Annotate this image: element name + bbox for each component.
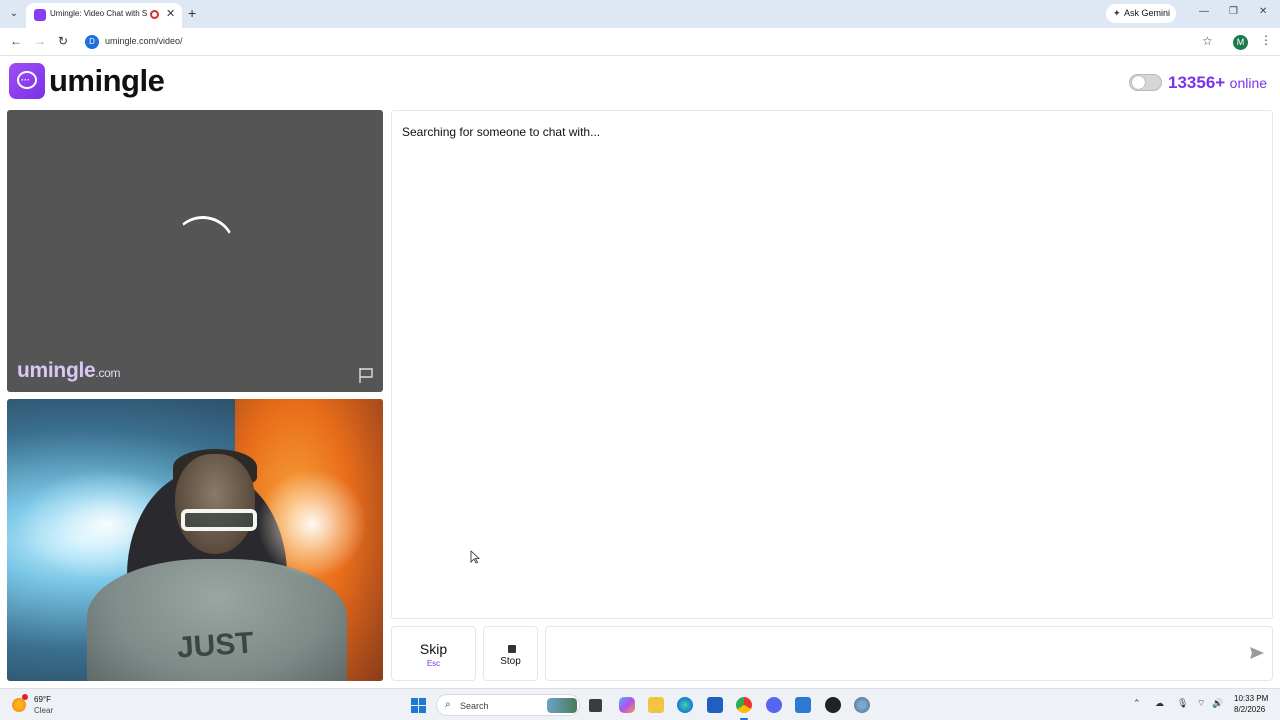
browser-tab-strip: ⌄ Umingle: Video Chat with S ✕ + ✦ Ask G… <box>0 0 1280 28</box>
url-text[interactable]: umingle.com/video/ <box>105 36 183 46</box>
restore-button[interactable]: ❐ <box>1229 6 1238 17</box>
app-icon[interactable] <box>825 697 841 713</box>
browser-tab[interactable]: Umingle: Video Chat with S ✕ <box>26 3 182 28</box>
person-head <box>175 454 255 554</box>
tab-close-icon[interactable]: ✕ <box>166 7 175 20</box>
discord-icon[interactable] <box>766 697 782 713</box>
notification-badge <box>22 694 28 700</box>
light-flare-right <box>257 469 367 579</box>
video-watermark: umingle.com <box>17 359 121 383</box>
copilot-icon[interactable] <box>619 697 635 713</box>
tray-chevron-icon[interactable]: ⌃ <box>1133 698 1141 709</box>
microphone-icon[interactable]: 🎙 <box>1177 698 1188 709</box>
skip-button[interactable]: Skip Esc <box>391 626 476 681</box>
sunglasses <box>181 509 257 531</box>
umingle-favicon-icon <box>34 9 46 21</box>
online-label: online <box>1229 75 1268 91</box>
tab-search-icon[interactable]: ⌄ <box>6 6 22 22</box>
search-highlight-image <box>547 698 577 713</box>
message-input[interactable] <box>556 639 1236 669</box>
taskbar-search-label: Search <box>460 701 489 711</box>
report-flag-icon[interactable] <box>357 366 375 384</box>
chat-dots-icon: ··· <box>21 75 30 85</box>
file-explorer-icon[interactable] <box>648 697 664 713</box>
send-icon[interactable] <box>1248 644 1266 662</box>
remote-desktop-icon[interactable] <box>795 697 811 713</box>
tab-title: Umingle: Video Chat with S <box>50 9 148 18</box>
search-icon: ⌕ <box>445 699 451 710</box>
settings-gear-icon[interactable] <box>854 697 870 713</box>
start-windows-icon[interactable] <box>411 698 426 713</box>
skip-shortcut-hint: Esc <box>426 659 441 668</box>
umingle-logo-icon[interactable]: ··· <box>9 63 45 99</box>
watermark-text: umingle <box>17 359 96 382</box>
stop-label: Stop <box>500 656 521 667</box>
stop-square-icon <box>508 645 516 653</box>
clock-date[interactable]: 8/2/2026 <box>1234 705 1265 714</box>
task-view-icon[interactable] <box>589 699 602 712</box>
back-arrow-icon[interactable]: ← <box>10 34 22 48</box>
message-box <box>545 626 1273 681</box>
stranger-video: umingle.com <box>7 110 383 392</box>
forward-arrow-icon[interactable]: → <box>34 34 46 48</box>
toggle-knob <box>1132 76 1145 89</box>
reload-icon[interactable]: ↻ <box>58 34 68 48</box>
store-icon[interactable] <box>707 697 723 713</box>
site-logo-text[interactable]: umingle <box>49 63 165 99</box>
watermark-suffix: .com <box>95 366 121 380</box>
mode-toggle[interactable] <box>1129 74 1162 91</box>
self-webcam-video: JUST <box>7 399 383 681</box>
stop-button[interactable]: Stop <box>483 626 538 681</box>
ask-gemini-label: Ask Gemini <box>1124 8 1171 18</box>
loading-spinner-icon <box>165 210 241 286</box>
browser-menu-icon[interactable]: ⋮ <box>1260 33 1272 47</box>
skip-label: Skip <box>419 641 448 657</box>
minimize-button[interactable]: — <box>1199 6 1209 17</box>
windows-taskbar: 69°F Clear ⌕ Search ⌃ ☁ 🎙 ⌔ 🔊 10:33 PM 8… <box>0 688 1280 720</box>
profile-avatar[interactable]: M <box>1233 35 1248 50</box>
bookmark-star-icon[interactable]: ☆ <box>1202 34 1213 48</box>
ask-gemini-button[interactable]: ✦ Ask Gemini <box>1106 4 1176 23</box>
mouse-cursor-icon <box>470 550 480 564</box>
online-counter: 13356+ online <box>1168 73 1267 93</box>
browser-toolbar: ← → ↻ D umingle.com/video/ ☆ M ⋮ <box>0 28 1280 56</box>
new-tab-button[interactable]: + <box>188 5 196 21</box>
chrome-icon[interactable] <box>736 697 752 713</box>
address-bar[interactable]: D umingle.com/video/ ☆ <box>82 31 1228 53</box>
site-info-icon[interactable]: D <box>85 35 99 49</box>
shirt-print: JUST <box>175 626 255 665</box>
edge-icon[interactable] <box>677 697 693 713</box>
weather-description[interactable]: Clear <box>34 706 53 715</box>
chat-status-text: Searching for someone to chat with... <box>402 125 601 139</box>
recording-indicator-icon <box>150 10 159 19</box>
tray-cloud-icon[interactable]: ☁ <box>1155 698 1164 709</box>
chat-panel: Searching for someone to chat with... <box>391 110 1273 619</box>
gemini-spark-icon: ✦ <box>1113 8 1121 18</box>
online-count: 13356+ <box>1168 73 1226 92</box>
taskbar-search[interactable]: ⌕ Search <box>436 694 580 716</box>
clock-time[interactable]: 10:33 PM <box>1234 694 1268 703</box>
volume-icon[interactable]: 🔊 <box>1212 698 1223 709</box>
wifi-icon[interactable]: ⌔ <box>1197 698 1205 709</box>
weather-temperature[interactable]: 69°F <box>34 695 51 704</box>
weather-icon[interactable] <box>12 698 26 712</box>
window-close-button[interactable]: ✕ <box>1259 6 1267 17</box>
